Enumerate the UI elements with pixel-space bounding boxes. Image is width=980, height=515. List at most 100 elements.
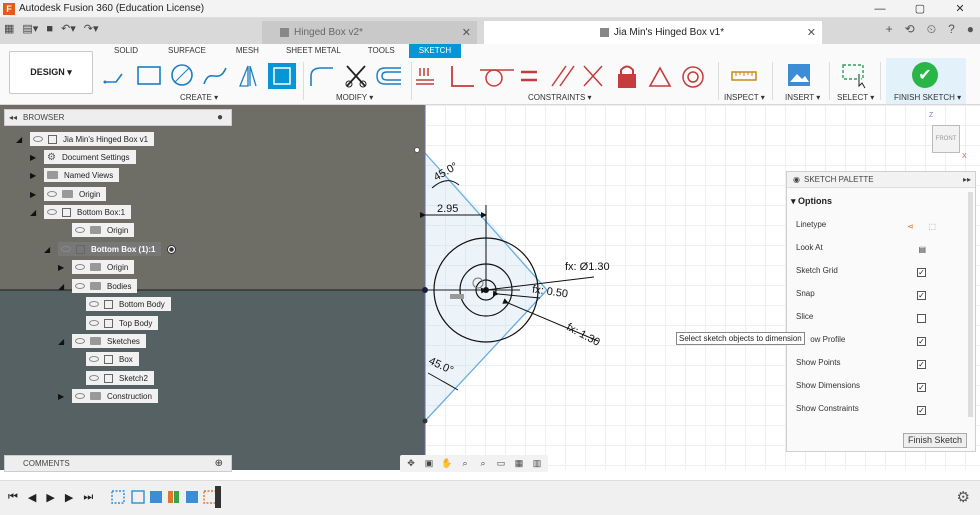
job-status-icon[interactable]: ⏲ (927, 22, 936, 37)
fit-icon[interactable]: ⌕ (476, 458, 490, 470)
insert-menu[interactable]: INSERT ▾ (785, 93, 820, 102)
diameter-label[interactable]: fx: Ø1.30 (565, 261, 610, 273)
close-tab-icon[interactable]: ✕ (462, 26, 471, 39)
tree-node-sketches[interactable]: ◢ Sketches (58, 334, 146, 348)
line-tool-icon[interactable] (103, 73, 123, 84)
step-forward-icon[interactable]: ▶ (65, 491, 73, 504)
data-panel-icon[interactable]: ▦ (4, 22, 14, 35)
timeline-split-icon[interactable] (168, 491, 173, 503)
tree-node-root[interactable]: ◢ Jia Min's Hinged Box v1 (16, 132, 155, 146)
finish-check-icon[interactable]: ✔ (912, 62, 938, 88)
file-menu-icon[interactable]: ▤▾ (22, 22, 38, 35)
insert-image-icon[interactable] (786, 62, 814, 90)
visibility-eye-icon[interactable] (89, 320, 99, 326)
visibility-eye-icon[interactable] (89, 356, 99, 362)
timeline-extrude-icon[interactable] (150, 491, 162, 503)
close-window-button[interactable]: ✕ (940, 0, 980, 18)
zoom-icon[interactable]: ⌕ (458, 458, 472, 470)
constraints-menu[interactable]: CONSTRAINTS ▾ (528, 93, 592, 102)
step-back-icon[interactable]: ◀ (28, 491, 36, 504)
timeline-sketch-icon[interactable] (111, 490, 125, 504)
profile-icon[interactable]: ● (967, 22, 974, 37)
viewcube[interactable]: FRONT (932, 125, 960, 153)
new-tab-icon[interactable]: + (886, 22, 893, 37)
expand-triangle-icon[interactable]: ▶ (30, 190, 40, 199)
expand-triangle-icon[interactable]: ▶ (58, 392, 68, 401)
perpendicular-icon[interactable] (583, 65, 603, 87)
minimize-browser-icon[interactable]: ● (217, 112, 223, 123)
add-comment-icon[interactable]: ⊕ (215, 458, 223, 469)
tab-tools[interactable]: TOOLS (354, 44, 409, 58)
collapse-browser-icon[interactable]: ◂◂ (9, 113, 17, 122)
sketch-grid-checkbox[interactable]: ✓ (917, 268, 926, 277)
width-dimension-label[interactable]: 2.95 (437, 203, 458, 215)
pan-icon[interactable]: ✋ (440, 458, 454, 470)
collapse-triangle-icon[interactable]: ◢ (16, 135, 26, 144)
triangle-icon[interactable] (648, 66, 672, 87)
origin-point[interactable] (422, 287, 428, 293)
horizontal-vertical-icon[interactable] (451, 66, 474, 87)
show-dimensions-checkbox[interactable]: ✓ (917, 383, 926, 392)
orbit-icon[interactable]: ✥ (404, 458, 418, 470)
collapse-triangle-icon[interactable]: ◢ (30, 208, 40, 217)
fix-lock-icon[interactable] (618, 65, 636, 89)
palette-scrollbar[interactable] (968, 192, 973, 417)
finish-sketch-button[interactable]: Finish Sketch (902, 433, 967, 448)
construction-linetype-icon[interactable]: ⋖ (907, 222, 914, 231)
tree-node-document-settings[interactable]: ▶ ⚙ Document Settings (30, 150, 136, 164)
project-tool-icon[interactable] (268, 63, 296, 89)
grid-settings-icon[interactable]: ▦ (512, 458, 526, 470)
look-at-icon[interactable]: ▣ (422, 458, 436, 470)
look-at-icon[interactable]: ▤ (918, 245, 926, 254)
finish-sketch-menu[interactable]: FINISH SKETCH ▾ (894, 93, 961, 102)
comments-panel-header[interactable]: COMMENTS ⊕ (4, 455, 232, 472)
save-icon[interactable]: ■ (46, 23, 53, 35)
tree-node-sketch2[interactable]: Sketch2 (86, 371, 154, 385)
tree-node-top-body[interactable]: Top Body (86, 316, 159, 330)
trim-tool-icon[interactable] (345, 65, 367, 88)
modify-menu[interactable]: MODIFY ▾ (336, 93, 373, 102)
refresh-icon[interactable]: ⟲ (905, 22, 915, 37)
tree-node-named-views[interactable]: ▶ Named Views (30, 168, 120, 182)
select-window-icon[interactable] (840, 62, 870, 90)
visibility-eye-icon[interactable] (75, 264, 85, 270)
sketch-point[interactable] (422, 418, 428, 424)
visibility-eye-icon[interactable] (61, 246, 71, 252)
visibility-eye-icon[interactable] (75, 338, 85, 344)
rectangle-tool-icon[interactable] (137, 66, 161, 85)
tree-node-construction[interactable]: ▶ Construction (58, 389, 158, 403)
tab-mesh[interactable]: MESH (222, 44, 273, 58)
offset-tool-icon[interactable] (376, 67, 401, 85)
workspace-switcher[interactable]: DESIGN ▾ (9, 51, 93, 94)
go-to-start-icon[interactable]: ⏮ (8, 491, 18, 504)
close-tab-icon[interactable]: ✕ (807, 26, 816, 39)
undo-icon[interactable]: ↶▾ (61, 22, 76, 35)
tree-node-sketch-box[interactable]: Box (86, 352, 139, 366)
go-to-end-icon[interactable]: ⏭ (83, 491, 93, 504)
tree-node-bodies[interactable]: ◢ Bodies (58, 279, 138, 293)
spline-tool-icon[interactable] (203, 67, 227, 85)
tab-hinged-box-v2[interactable]: Hinged Box v2* ✕ (262, 21, 477, 44)
tree-node-bottom-box-1[interactable]: ◢ Bottom Box (1):1 (44, 242, 177, 256)
maximize-button[interactable]: ▢ (900, 0, 940, 18)
timeline-body-icon[interactable] (186, 491, 198, 503)
expand-triangle-icon[interactable]: ▶ (30, 171, 40, 180)
show-points-checkbox[interactable]: ✓ (917, 360, 926, 369)
tab-solid[interactable]: SOLID (100, 44, 152, 58)
slice-checkbox[interactable] (917, 314, 926, 323)
visibility-eye-icon[interactable] (89, 301, 99, 307)
minimize-button[interactable]: — (860, 0, 900, 18)
tab-surface[interactable]: SURFACE (152, 44, 222, 58)
help-icon[interactable]: ? (948, 22, 955, 37)
inspect-menu[interactable]: INSPECT ▾ (724, 93, 765, 102)
parallel-icon[interactable] (551, 65, 575, 87)
visibility-eye-icon[interactable] (89, 375, 99, 381)
collapse-triangle-icon[interactable]: ◢ (58, 282, 68, 291)
visibility-eye-icon[interactable] (75, 283, 85, 289)
play-icon[interactable]: ▶ (46, 491, 54, 504)
options-section-header[interactable]: ▾ Options (791, 196, 832, 207)
tree-node-bottom-box[interactable]: ◢ Bottom Box:1 (30, 205, 132, 219)
tree-node-origin[interactable]: ▶ Origin (30, 187, 107, 201)
equal-icon[interactable] (521, 70, 537, 82)
tree-node-origin[interactable]: ▶ Origin (58, 260, 135, 274)
